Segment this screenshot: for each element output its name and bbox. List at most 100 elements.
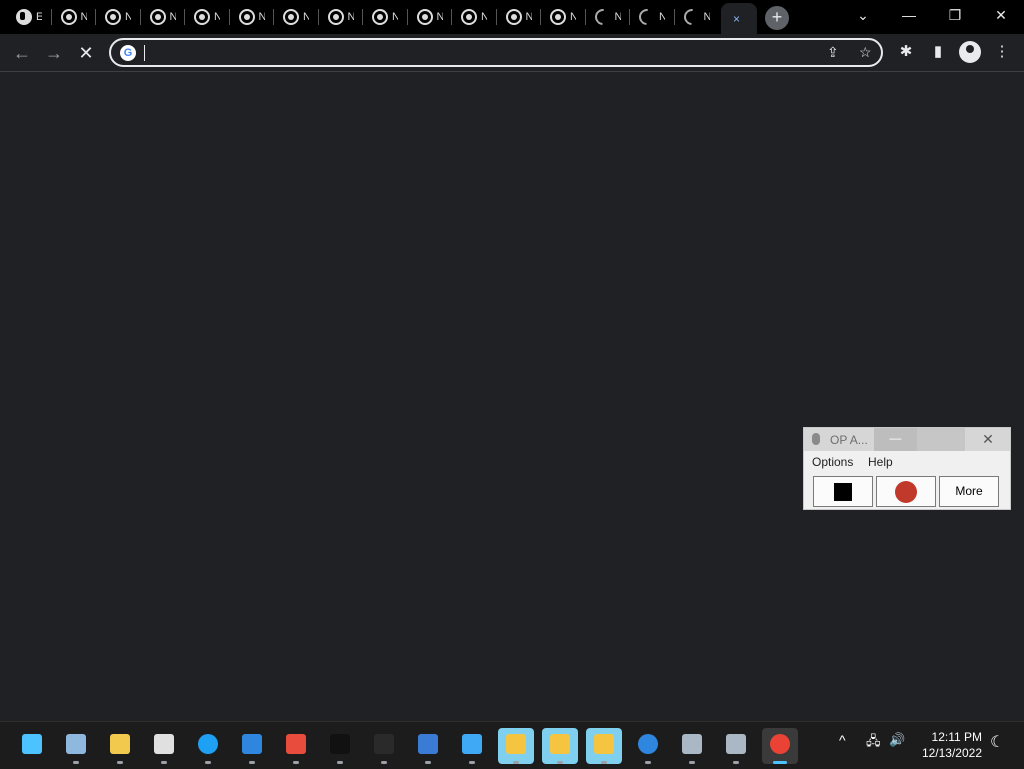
restore-button[interactable]: ❐ (932, 0, 978, 30)
chrome-icon (149, 9, 166, 25)
running-indicator (205, 761, 211, 764)
taskbar: ^ 🖧 🔊 12:11 PM 12/13/2022 ☾ (0, 721, 1024, 769)
network-icon[interactable]: 🖧 (866, 732, 881, 754)
taskbar-defender-1[interactable] (498, 728, 534, 764)
taskbar-terminal[interactable] (322, 728, 358, 764)
tab-title: N (169, 11, 176, 23)
page-content (0, 72, 1024, 720)
tray-chevron-icon[interactable]: ^ (839, 732, 846, 748)
extensions-puzzle-icon[interactable]: ✱ (894, 40, 918, 64)
defender-3-icon (594, 734, 614, 754)
share-icon[interactable]: ⇪ (827, 44, 839, 61)
browser-tab[interactable]: N (409, 3, 451, 31)
taskbar-notepad[interactable] (58, 728, 94, 764)
back-button[interactable]: ← (8, 39, 36, 67)
browser-tab[interactable]: N (364, 3, 406, 31)
browser-tab[interactable]: N (498, 3, 540, 31)
tab-separator (95, 9, 96, 25)
side-panel-icon[interactable]: ▮ (926, 40, 950, 64)
browser-tab[interactable]: N (53, 3, 95, 31)
tab-close-icon[interactable]: × (733, 12, 740, 26)
browser-tab[interactable]: N (587, 3, 629, 31)
tab-search-button[interactable]: ⌄ (840, 0, 886, 30)
running-indicator (381, 761, 387, 764)
profile-avatar[interactable] (959, 41, 981, 63)
op-close-button[interactable]: ✕ (965, 428, 1011, 451)
paint-icon (462, 734, 482, 754)
browser-tab[interactable]: N (186, 3, 228, 31)
taskbar-paint[interactable] (454, 728, 490, 764)
chrome-icon (416, 9, 433, 25)
active-tab[interactable]: × (721, 3, 757, 34)
loading-spinner-icon (680, 5, 703, 29)
op-stop-button[interactable] (813, 476, 873, 507)
menu-help[interactable]: Help (868, 455, 893, 469)
taskbar-start-button[interactable] (14, 728, 50, 764)
tab-title: N (436, 11, 443, 23)
file-explorer-icon (110, 734, 130, 754)
browser-tab[interactable]: E (8, 3, 50, 31)
stop-loading-button[interactable]: ✕ (72, 39, 100, 67)
taskbar-photo-viewer[interactable] (146, 728, 182, 764)
taskbar-get-help[interactable] (630, 728, 666, 764)
tab-separator (228, 9, 230, 25)
bookmark-star-icon[interactable]: ☆ (859, 44, 872, 61)
browser-tab[interactable]: N (631, 3, 673, 31)
tab-separator (540, 9, 541, 25)
photo-viewer-icon (154, 734, 174, 754)
taskbar-control-panel-2[interactable] (718, 728, 754, 764)
chrome-icon (505, 9, 522, 25)
focus-assist-icon[interactable]: ☾ (990, 732, 1004, 752)
tab-separator (273, 9, 274, 25)
tab-title: N (80, 11, 87, 23)
running-indicator (337, 761, 343, 764)
forward-button[interactable]: → (40, 39, 68, 67)
op-minimize-button[interactable]: — (874, 428, 917, 451)
clock-date: 12/13/2022 (921, 746, 982, 760)
minimize-button[interactable]: — (886, 0, 932, 30)
browser-tab[interactable]: N (676, 3, 718, 31)
taskbar-blank-app[interactable] (366, 728, 402, 764)
taskbar-defender-2[interactable] (542, 728, 578, 764)
chrome-icon (372, 9, 388, 25)
menu-options[interactable]: Options (812, 455, 853, 469)
globe-icon (16, 9, 32, 25)
op-title-bar[interactable]: OP A... — ✕ (804, 428, 1010, 451)
browser-tab[interactable]: N (542, 3, 584, 31)
running-indicator (601, 761, 607, 764)
volume-icon[interactable]: 🔊 (889, 732, 905, 748)
browser-tab[interactable]: N (97, 3, 139, 31)
clock-time: 12:11 PM (931, 730, 982, 744)
address-bar[interactable]: G ⇪ ☆ (109, 38, 883, 67)
taskbar-people[interactable] (234, 728, 270, 764)
browser-tab[interactable]: N (231, 3, 273, 31)
close-window-button[interactable]: ✕ (978, 0, 1024, 30)
taskbar-store[interactable] (410, 728, 446, 764)
new-tab-button[interactable]: + (765, 6, 789, 30)
tab-title: N (525, 11, 532, 23)
browser-tab[interactable]: N (275, 3, 317, 31)
running-indicator (557, 761, 563, 764)
op-more-button[interactable]: More (939, 476, 999, 507)
tab-title: N (659, 11, 665, 23)
taskbar-file-explorer[interactable] (102, 728, 138, 764)
taskbar-control-panel-1[interactable] (674, 728, 710, 764)
tab-separator (629, 9, 630, 25)
browser-tab[interactable]: N (320, 3, 362, 31)
taskbar-chrome[interactable] (762, 728, 798, 764)
start-button-icon (22, 734, 42, 754)
op-menu-bar: Options Help (804, 451, 1010, 471)
taskbar-office[interactable] (278, 728, 314, 764)
menu-kebab-icon[interactable]: ⋮ (990, 40, 1014, 64)
stop-square-icon (834, 482, 852, 501)
chrome-icon (770, 734, 790, 754)
browser-tab[interactable]: N (142, 3, 184, 31)
taskbar-edge[interactable] (190, 728, 226, 764)
op-maximize-button[interactable] (917, 428, 965, 451)
loading-spinner-icon (591, 5, 614, 29)
taskbar-defender-3[interactable] (586, 728, 622, 764)
clock[interactable]: 12:11 PM 12/13/2022 (918, 729, 982, 761)
op-record-button[interactable] (876, 476, 936, 507)
tab-title: N (481, 11, 487, 23)
browser-tab[interactable]: N (453, 3, 495, 31)
